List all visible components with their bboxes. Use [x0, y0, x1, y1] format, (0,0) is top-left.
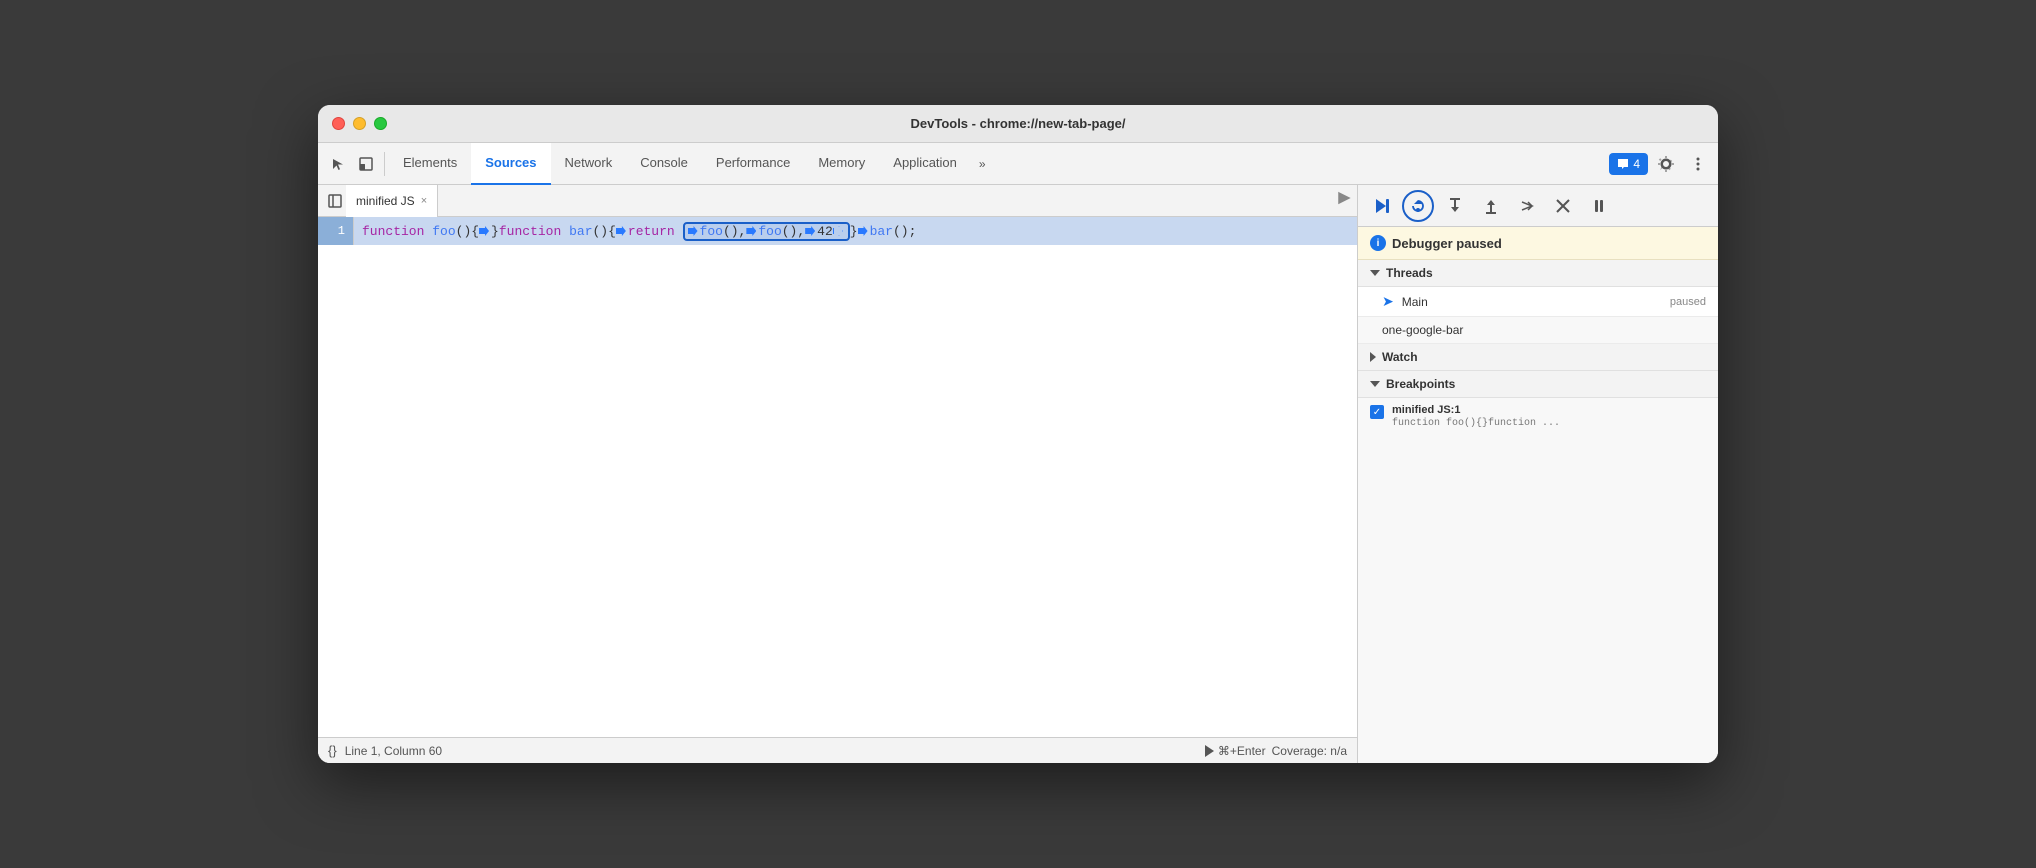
watch-section-header[interactable]: Watch [1358, 344, 1718, 371]
tab-elements[interactable]: Elements [389, 143, 471, 185]
line-number-1: 1 [318, 217, 354, 245]
thread-google-bar[interactable]: one-google-bar [1358, 317, 1718, 344]
close-button[interactable] [332, 117, 345, 130]
tab-console[interactable]: Console [626, 143, 702, 185]
debugger-paused-banner: i Debugger paused [1358, 227, 1718, 260]
threads-section-header[interactable]: Threads [1358, 260, 1718, 287]
highlight-box: foo(), foo(), 42 [683, 222, 850, 241]
settings-icon[interactable] [1652, 150, 1680, 178]
resume-button[interactable] [1366, 191, 1396, 221]
file-tab-right-icon[interactable] [1337, 191, 1351, 210]
file-tab-minifiedjs[interactable]: minified JS × [346, 185, 438, 217]
position-status: Line 1, Column 60 [345, 744, 442, 758]
code-line-1: 1 function foo (){ } function bar (){ [318, 217, 1357, 245]
thread-google-bar-label: one-google-bar [1382, 323, 1463, 337]
breakpoint-code: function foo(){}function ... [1392, 418, 1560, 429]
step-button[interactable] [1512, 191, 1542, 221]
breakpoint-arrow-2 [616, 226, 626, 236]
breakpoint-text: minified JS:1 function foo(){}function .… [1392, 404, 1560, 429]
breakpoint-filename: minified JS:1 [1392, 404, 1560, 416]
debugger-paused-label: Debugger paused [1392, 236, 1502, 251]
bp-arrow-4 [746, 226, 756, 236]
tab-sources[interactable]: Sources [471, 143, 550, 185]
code-content-1: function foo (){ } function bar (){ retu… [354, 222, 1357, 241]
breakpoints-collapse-icon [1370, 381, 1380, 387]
pause-on-exceptions-button[interactable] [1584, 191, 1614, 221]
tab-network[interactable]: Network [551, 143, 627, 185]
tab-separator [384, 152, 385, 176]
tab-right-icons: 4 [1609, 150, 1712, 178]
devtools-body: Elements Sources Network Console Perform… [318, 143, 1718, 763]
cursor-icon[interactable] [324, 150, 352, 178]
status-run: ⌘+Enter Coverage: n/a [1205, 744, 1347, 758]
breakpoints-section-header[interactable]: Breakpoints [1358, 371, 1718, 398]
bp-arrow-6 [833, 226, 843, 236]
window-title: DevTools - chrome://new-tab-page/ [910, 116, 1125, 131]
run-button[interactable]: ⌘+Enter [1205, 744, 1266, 758]
tab-application[interactable]: Application [879, 143, 971, 185]
main-content: minified JS × 1 [318, 185, 1718, 763]
sidebar-toggle[interactable] [324, 190, 346, 212]
bp-arrow-5 [805, 226, 815, 236]
step-out-button[interactable] [1476, 191, 1506, 221]
breakpoint-arrow-1 [479, 226, 489, 236]
right-panel: i Debugger paused Threads ➤ Main paused … [1358, 185, 1718, 763]
minimize-button[interactable] [353, 117, 366, 130]
deactivate-breakpoints-button[interactable] [1548, 191, 1578, 221]
traffic-lights [332, 117, 387, 130]
devtools-window: DevTools - chrome://new-tab-page/ Elemen… [318, 105, 1718, 763]
tab-bar: Elements Sources Network Console Perform… [318, 143, 1718, 185]
step-over-button[interactable] [1402, 190, 1434, 222]
watch-expand-icon [1370, 352, 1376, 362]
thread-main-arrow-icon: ➤ [1382, 293, 1394, 310]
code-editor[interactable]: 1 function foo (){ } function bar (){ [318, 217, 1357, 737]
more-tabs-button[interactable]: » [971, 143, 994, 185]
step-into-button[interactable] [1440, 191, 1470, 221]
tab-memory[interactable]: Memory [804, 143, 879, 185]
breakpoint-checkbox[interactable]: ✓ [1370, 405, 1384, 419]
file-tab-label: minified JS [356, 194, 415, 208]
thread-main[interactable]: ➤ Main paused [1358, 287, 1718, 317]
debugger-toolbar [1358, 185, 1718, 227]
breakpoint-item-1[interactable]: ✓ minified JS:1 function foo(){}function… [1358, 398, 1718, 435]
thread-main-status: paused [1670, 296, 1706, 308]
left-panel: minified JS × 1 [318, 185, 1358, 763]
file-tab-bar: minified JS × [318, 185, 1357, 217]
titlebar: DevTools - chrome://new-tab-page/ [318, 105, 1718, 143]
file-tab-close[interactable]: × [421, 195, 427, 207]
breakpoint-arrow-7 [858, 226, 868, 236]
status-bar: {} Line 1, Column 60 ⌘+Enter Coverage: n… [318, 737, 1357, 763]
chat-badge-button[interactable]: 4 [1609, 153, 1648, 175]
format-button[interactable]: {} [328, 743, 337, 758]
tab-performance[interactable]: Performance [702, 143, 804, 185]
bp-arrow-3 [688, 226, 698, 236]
fullscreen-button[interactable] [374, 117, 387, 130]
info-icon: i [1370, 235, 1386, 251]
more-options-icon[interactable] [1684, 150, 1712, 178]
thread-main-label: Main [1402, 295, 1428, 309]
dock-icon[interactable] [352, 150, 380, 178]
threads-collapse-icon [1370, 270, 1380, 276]
run-triangle-icon [1205, 745, 1214, 757]
coverage-status: Coverage: n/a [1272, 744, 1347, 758]
